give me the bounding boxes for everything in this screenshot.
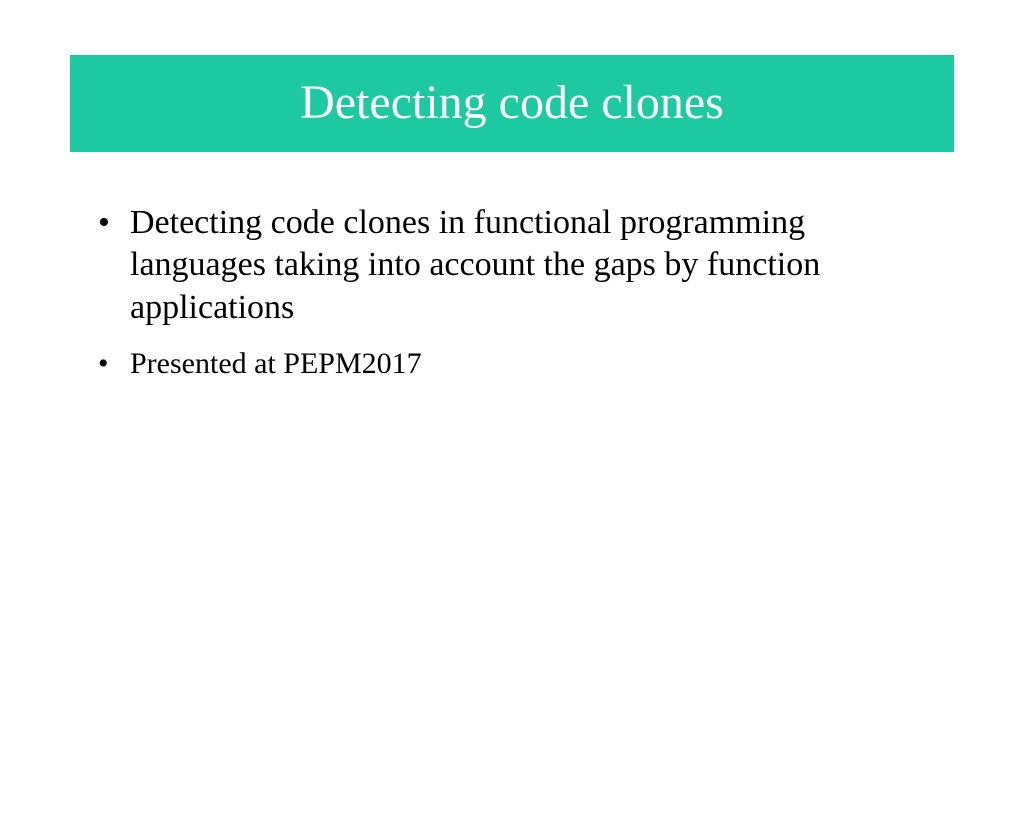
bullet-item: Detecting code clones in functional prog… — [90, 202, 934, 330]
presentation-slide: Detecting code clones Detecting code clo… — [0, 55, 1024, 823]
bullet-list: Detecting code clones in functional prog… — [90, 202, 934, 383]
slide-title-bar: Detecting code clones — [70, 55, 954, 152]
slide-content: Detecting code clones in functional prog… — [90, 202, 934, 383]
slide-title: Detecting code clones — [90, 77, 934, 130]
bullet-item: Presented at PEPM2017 — [90, 345, 934, 383]
